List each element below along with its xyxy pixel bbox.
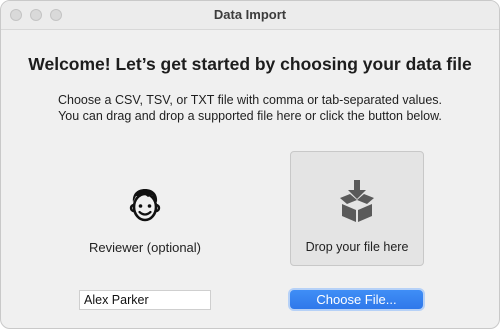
title-bar[interactable]: Data Import (1, 1, 499, 30)
reviewer-input[interactable] (79, 290, 211, 310)
description-line-1: Choose a CSV, TSV, or TXT file with comm… (58, 93, 442, 107)
face-icon (129, 189, 161, 222)
data-import-window: Data Import Welcome! Let’s get started b… (0, 0, 500, 329)
choose-file-button[interactable]: Choose File... (288, 288, 425, 311)
file-drop-zone[interactable]: Drop your file here (290, 151, 424, 266)
description-line-2: You can drag and drop a supported file h… (58, 109, 442, 123)
welcome-headline: Welcome! Let’s get started by choosing y… (28, 54, 472, 74)
drop-zone-label: Drop your file here (305, 240, 409, 254)
download-box-icon (340, 180, 374, 222)
reviewer-label: Reviewer (optional) (89, 240, 201, 255)
window-title: Data Import (213, 7, 287, 22)
